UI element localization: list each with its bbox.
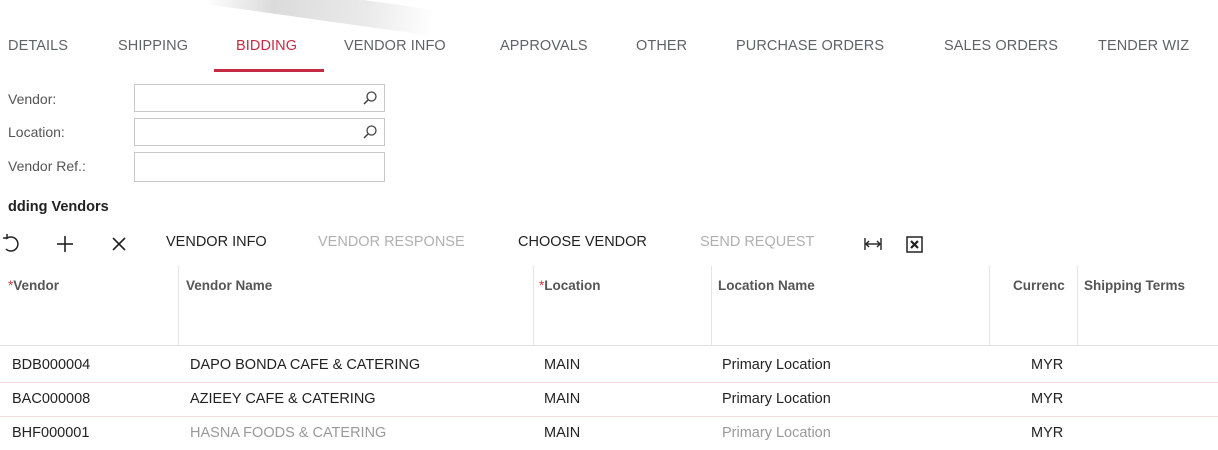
vendor-ref-input[interactable] (141, 154, 355, 180)
table-row[interactable]: BDB000004 DAPO BONDA CAFE & CATERING MAI… (0, 349, 1218, 383)
vendor-input[interactable] (141, 86, 355, 112)
cell-vendor-name: AZIEEY CAFE & CATERING (190, 391, 376, 407)
cell-location-name: Primary Location (722, 391, 831, 407)
col-head-label: Vendor (13, 278, 60, 293)
tab-approvals[interactable]: APPROVALS (500, 38, 588, 54)
section-title: dding Vendors (8, 199, 109, 215)
cell-vendor[interactable]: BDB000004 (12, 357, 90, 373)
send-request-button[interactable]: SEND REQUEST (700, 234, 814, 250)
cell-location[interactable]: MAIN (544, 357, 580, 373)
column-divider[interactable] (533, 266, 534, 345)
refresh-icon[interactable] (2, 233, 24, 255)
tab-other[interactable]: OTHER (636, 38, 687, 54)
col-head-shipping-terms[interactable]: Shipping Terms (1084, 278, 1185, 293)
vendor-ref-label: Vendor Ref.: (8, 158, 86, 174)
tab-bar: DETAILS SHIPPING BIDDING VENDOR INFO APP… (0, 28, 1218, 72)
col-head-vendor[interactable]: *Vendor (8, 278, 59, 293)
excel-export-icon[interactable] (904, 233, 926, 255)
cell-currency: MYR (1031, 391, 1064, 407)
tab-vendor-info[interactable]: VENDOR INFO (344, 38, 446, 54)
location-field[interactable] (134, 118, 385, 146)
tab-shipping[interactable]: SHIPPING (118, 38, 188, 54)
tab-purchase-orders[interactable]: PURCHASE ORDERS (736, 38, 884, 54)
cell-location[interactable]: MAIN (544, 391, 580, 407)
search-icon[interactable] (362, 90, 378, 106)
cell-vendor[interactable]: BHF000001 (12, 425, 89, 441)
cell-currency: MYR (1031, 357, 1064, 373)
search-icon[interactable] (362, 124, 378, 140)
cell-location[interactable]: MAIN (544, 425, 580, 441)
vendor-field[interactable] (134, 84, 385, 112)
tab-sales-orders[interactable]: SALES ORDERS (944, 38, 1058, 54)
tab-bidding[interactable]: BIDDING (236, 38, 297, 54)
active-tab-indicator (214, 69, 324, 72)
column-divider[interactable] (989, 266, 990, 345)
col-head-label: Location (544, 278, 601, 293)
choose-vendor-button[interactable]: CHOOSE VENDOR (518, 234, 647, 250)
cell-location-name: Primary Location (722, 425, 831, 441)
tab-tender-wizard[interactable]: TENDER WIZ (1098, 38, 1189, 54)
col-head-location[interactable]: *Location (539, 278, 601, 293)
grid-header: *Vendor Vendor Name *Location Location N… (0, 266, 1218, 346)
cell-vendor-name: DAPO BONDA CAFE & CATERING (190, 357, 421, 373)
column-divider[interactable] (1077, 266, 1078, 345)
vendor-ref-field[interactable] (134, 152, 385, 182)
tab-details[interactable]: DETAILS (8, 38, 68, 54)
column-divider[interactable] (178, 266, 179, 345)
cell-vendor[interactable]: BAC000008 (12, 391, 90, 407)
col-head-currency[interactable]: Currenc (1013, 278, 1065, 293)
col-head-location-name[interactable]: Location Name (718, 278, 815, 293)
vendor-info-button[interactable]: VENDOR INFO (166, 234, 267, 250)
close-icon[interactable] (108, 233, 130, 255)
fit-width-icon[interactable] (862, 233, 884, 255)
location-input[interactable] (141, 120, 355, 146)
table-row[interactable]: BAC000008 AZIEEY CAFE & CATERING MAIN Pr… (0, 383, 1218, 417)
grid-toolbar: VENDOR INFO VENDOR RESPONSE CHOOSE VENDO… (0, 229, 1218, 259)
cell-location-name: Primary Location (722, 357, 831, 373)
table-row[interactable]: BHF000001 HASNA FOODS & CATERING MAIN Pr… (0, 417, 1218, 450)
plus-icon[interactable] (54, 233, 76, 255)
cell-currency: MYR (1031, 425, 1064, 441)
vendor-label: Vendor: (8, 91, 57, 107)
cell-vendor-name: HASNA FOODS & CATERING (190, 425, 387, 441)
column-divider[interactable] (711, 266, 712, 345)
col-head-vendor-name[interactable]: Vendor Name (186, 278, 272, 293)
vendor-response-button[interactable]: VENDOR RESPONSE (318, 234, 465, 250)
location-label: Location: (8, 124, 65, 140)
